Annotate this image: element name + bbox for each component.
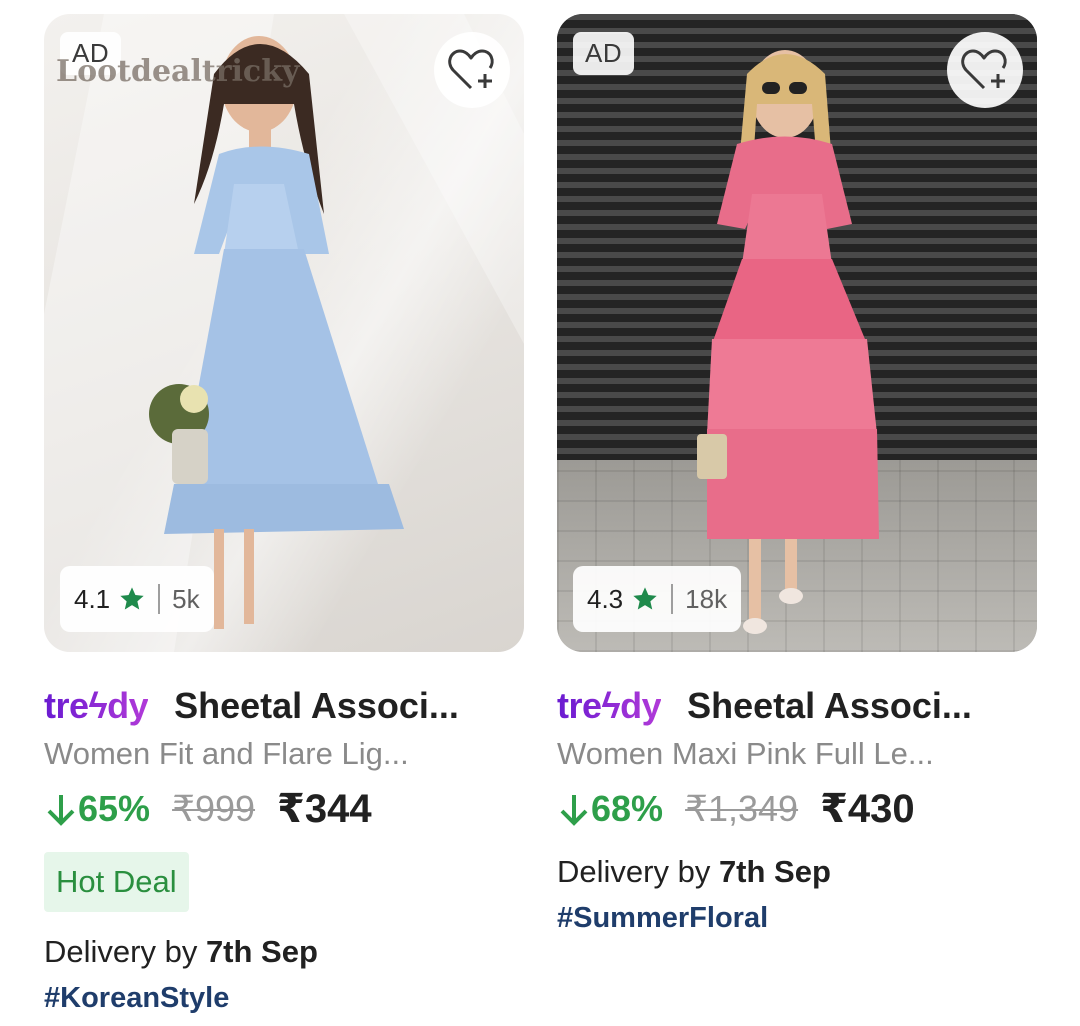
title-row: treϟdy Sheetal Associ... <box>44 682 524 730</box>
title-row: treϟdy Sheetal Associ... <box>557 682 1037 730</box>
rating-count: 5k <box>172 583 200 614</box>
rating-count: 18k <box>685 583 728 614</box>
rating-value: 4.1 <box>74 583 111 614</box>
product-card[interactable]: AD Lootdealtricky 4.1 5k treϟdy Sheetal … <box>44 14 524 1015</box>
trendy-logo: treϟdy <box>557 685 662 726</box>
product-image[interactable]: AD 4.3 18k <box>557 14 1037 652</box>
delivery-prefix: Delivery by <box>44 934 206 969</box>
product-title[interactable]: Women Maxi Pink Full Le... <box>557 736 1037 772</box>
wishlist-button[interactable] <box>947 32 1023 108</box>
rating-badge: 4.1 5k <box>60 566 214 632</box>
delivery-prefix: Delivery by <box>557 854 719 889</box>
hashtag-link[interactable]: #KoreanStyle <box>44 982 524 1015</box>
hot-deal-badge: Hot Deal <box>44 852 189 912</box>
down-arrow-icon <box>560 795 588 826</box>
discount: 65% <box>44 788 150 830</box>
watermark-text: Lootdealtricky <box>56 54 300 89</box>
blue-dress-model-image <box>44 14 524 652</box>
hashtag-link[interactable]: #SummerFloral <box>557 902 1037 935</box>
pink-dress-model-image <box>697 50 879 634</box>
rating-divider <box>671 584 674 614</box>
product-image[interactable]: AD Lootdealtricky 4.1 5k <box>44 14 524 652</box>
mrp-price: ₹999 <box>172 788 256 829</box>
rating-divider <box>158 584 161 614</box>
price-row: 65% ₹999 ₹344 <box>44 784 524 834</box>
discount-percent: 65% <box>78 788 151 829</box>
discount: 68% <box>557 788 663 830</box>
product-info: treϟdy Sheetal Associ... Women Maxi Pink… <box>557 652 1037 935</box>
rating-badge: 4.3 18k <box>573 566 742 632</box>
wishlist-button[interactable] <box>434 32 510 108</box>
selling-price: ₹344 <box>277 787 372 831</box>
rating-value: 4.3 <box>587 583 624 614</box>
ad-badge: AD <box>573 32 635 75</box>
product-info: treϟdy Sheetal Associ... Women Fit and F… <box>44 652 524 1015</box>
mrp-price: ₹1,349 <box>685 788 799 829</box>
star-icon <box>633 587 657 610</box>
product-grid: AD Lootdealtricky 4.1 5k treϟdy Sheetal … <box>0 0 1080 1026</box>
wishlist-add-icon <box>961 49 1007 90</box>
brand-name[interactable]: Sheetal Associ... <box>174 685 459 727</box>
price-row: 68% ₹1,349 ₹430 <box>557 784 1037 834</box>
delivery-date: 7th Sep <box>718 854 831 889</box>
trendy-logo: treϟdy <box>44 685 149 726</box>
product-title[interactable]: Women Fit and Flare Lig... <box>44 736 524 772</box>
delivery-date: 7th Sep <box>205 934 318 969</box>
delivery-info: Delivery by 7th Sep <box>557 854 1037 890</box>
product-card[interactable]: AD 4.3 18k treϟdy Sheetal Associ... Wome… <box>557 14 1037 935</box>
discount-percent: 68% <box>591 788 664 829</box>
selling-price: ₹430 <box>820 787 915 831</box>
wishlist-add-icon <box>448 49 494 90</box>
star-icon <box>120 587 144 610</box>
down-arrow-icon <box>47 795 75 826</box>
delivery-info: Delivery by 7th Sep <box>44 934 524 970</box>
brand-name[interactable]: Sheetal Associ... <box>687 685 972 727</box>
